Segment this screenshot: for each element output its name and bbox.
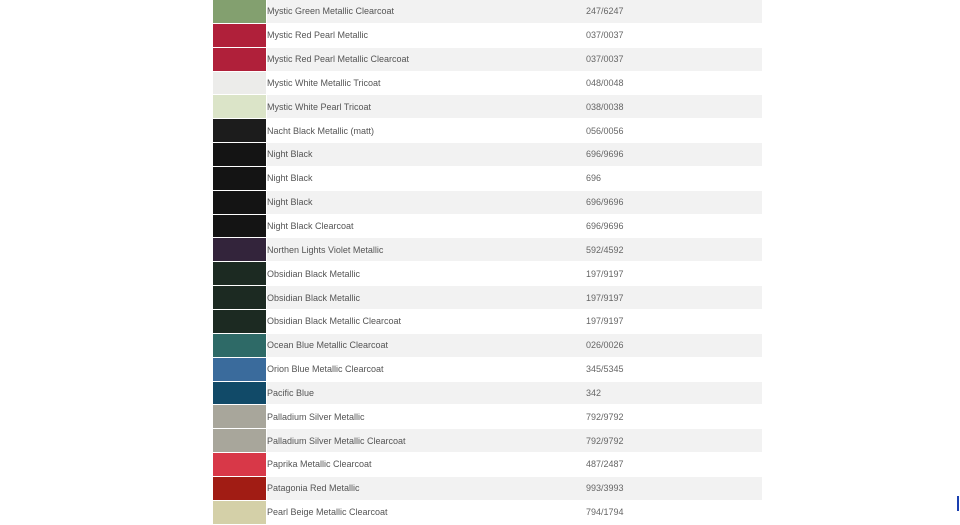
table-row: Obsidian Black Metallic 197/9197 [213,262,762,287]
color-name: Mystic Red Pearl Metallic Clearcoat [267,54,410,65]
paint-code: 592/4592 [586,244,624,255]
color-swatch [213,309,267,333]
paint-code: 037/0037 [586,54,624,65]
text-cursor [957,496,959,511]
table-row: Obsidian Black Metallic 197/9197 [213,286,762,310]
paint-code: 792/9792 [586,435,624,446]
table-row: Northen Lights Violet Metallic 592/4592 [213,238,762,263]
table-row: Night Black 696/9696 [213,143,762,167]
color-name: Patagonia Red Metallic [267,483,360,494]
paint-code: 048/0048 [586,77,624,88]
paint-code: 487/2487 [586,459,624,470]
table-row: Pearl Beige Metallic Clearcoat 794/1794 [213,500,762,525]
color-swatch [213,0,267,23]
color-swatch [213,119,267,143]
table-row: Night Black 696 [213,166,762,191]
paint-code: 696/9696 [586,197,624,208]
table-row: Mystic White Metallic Tricoat 048/0048 [213,71,762,96]
table-row: Mystic Red Pearl Metallic Clearcoat 037/0… [213,47,762,72]
color-name: Pearl Beige Metallic Clearcoat [267,507,388,518]
table-row: Nacht Black Metallic (matt) 056/0056 [213,119,762,144]
color-swatch [213,453,267,476]
paint-code: 696/9696 [586,221,624,232]
color-swatch [213,476,267,500]
color-swatch [213,190,267,214]
color-swatch [213,286,267,309]
color-swatch [213,262,267,286]
color-swatch [213,23,267,47]
paint-code: 696 [586,173,602,184]
paint-code: 026/0026 [586,340,624,351]
paint-code: 037/0037 [586,30,624,41]
paint-code: 197/9197 [586,268,624,279]
color-name: Mystic White Metallic Tricoat [267,77,381,88]
table-row: Pacific Blue 342 [213,381,762,406]
color-swatch [213,214,267,238]
table-row: Mystic White Pearl Tricoat 038/0038 [213,95,762,120]
color-swatch [213,500,267,524]
color-swatch [213,333,267,357]
table-row: Palladium Silver Metallic 792/9792 [213,405,762,430]
color-name: Palladium Silver Metallic [267,411,365,422]
color-swatch [213,357,267,381]
paint-code: 038/0038 [586,101,624,112]
paint-code: 696/9696 [586,149,624,160]
color-name: Night Black [267,149,313,160]
paint-code: 197/9197 [586,316,624,327]
paint-code: 342 [586,387,602,398]
table-row: Mystic Green Metallic Clearcoat 247/6247 [213,0,762,24]
color-name: Obsidian Black Metallic [267,292,361,303]
color-name: Nacht Black Metallic (matt) [267,125,375,136]
color-name: Mystic Red Pearl Metallic [267,30,369,41]
table-row: Orion Blue Metallic Clearcoat 345/5345 [213,357,762,382]
color-swatch [213,71,267,95]
table-row: Mystic Red Pearl Metallic 037/0037 [213,23,762,48]
color-name: Obsidian Black Metallic Clearcoat [267,316,402,327]
color-swatch [213,47,267,71]
paint-code: 345/5345 [586,364,624,375]
color-name: Paprika Metallic Clearcoat [267,459,372,470]
color-swatch [213,381,267,405]
table-row: Night Black 696/9696 [213,190,762,215]
color-swatch [213,143,267,166]
color-name: Night Black [267,173,313,184]
color-swatch [213,429,267,453]
color-swatch [213,95,267,119]
color-name: Ocean Blue Metallic Clearcoat [267,340,389,351]
table-row: Night Black Clearcoat 696/9696 [213,214,762,239]
paint-code: 247/6247 [586,6,624,17]
color-name: Mystic Green Metallic Clearcoat [267,6,395,17]
paint-color-table: Mystic Green Metallic Clearcoat 247/6247 M… [213,0,762,525]
color-name: Night Black Clearcoat [267,221,354,232]
color-name: Northen Lights Violet Metallic [267,244,384,255]
color-name: Palladium Silver Metallic Clearcoat [267,435,406,446]
paint-code: 993/3993 [586,483,624,494]
color-name: Night Black [267,197,313,208]
table-row: Ocean Blue Metallic Clearcoat 026/0026 [213,333,762,358]
table-row: Obsidian Black Metallic Clearcoat 197/919… [213,309,762,334]
color-name: Mystic White Pearl Tricoat [267,101,372,112]
color-swatch [213,238,267,262]
color-name: Pacific Blue [267,387,315,398]
color-swatch [213,166,267,190]
color-name: Obsidian Black Metallic [267,268,361,279]
paint-code: 792/9792 [586,411,624,422]
paint-code: 056/0056 [586,125,624,136]
table-row: Patagonia Red Metallic 993/3993 [213,476,762,501]
paint-code: 794/1794 [586,507,624,518]
table-row: Paprika Metallic Clearcoat 487/2487 [213,453,762,477]
color-name: Orion Blue Metallic Clearcoat [267,364,384,375]
color-swatch [213,405,267,429]
table-row: Palladium Silver Metallic Clearcoat 792/9… [213,429,762,454]
paint-code: 197/9197 [586,292,624,303]
page: Mystic Green Metallic Clearcoat 247/6247 M… [0,0,960,525]
